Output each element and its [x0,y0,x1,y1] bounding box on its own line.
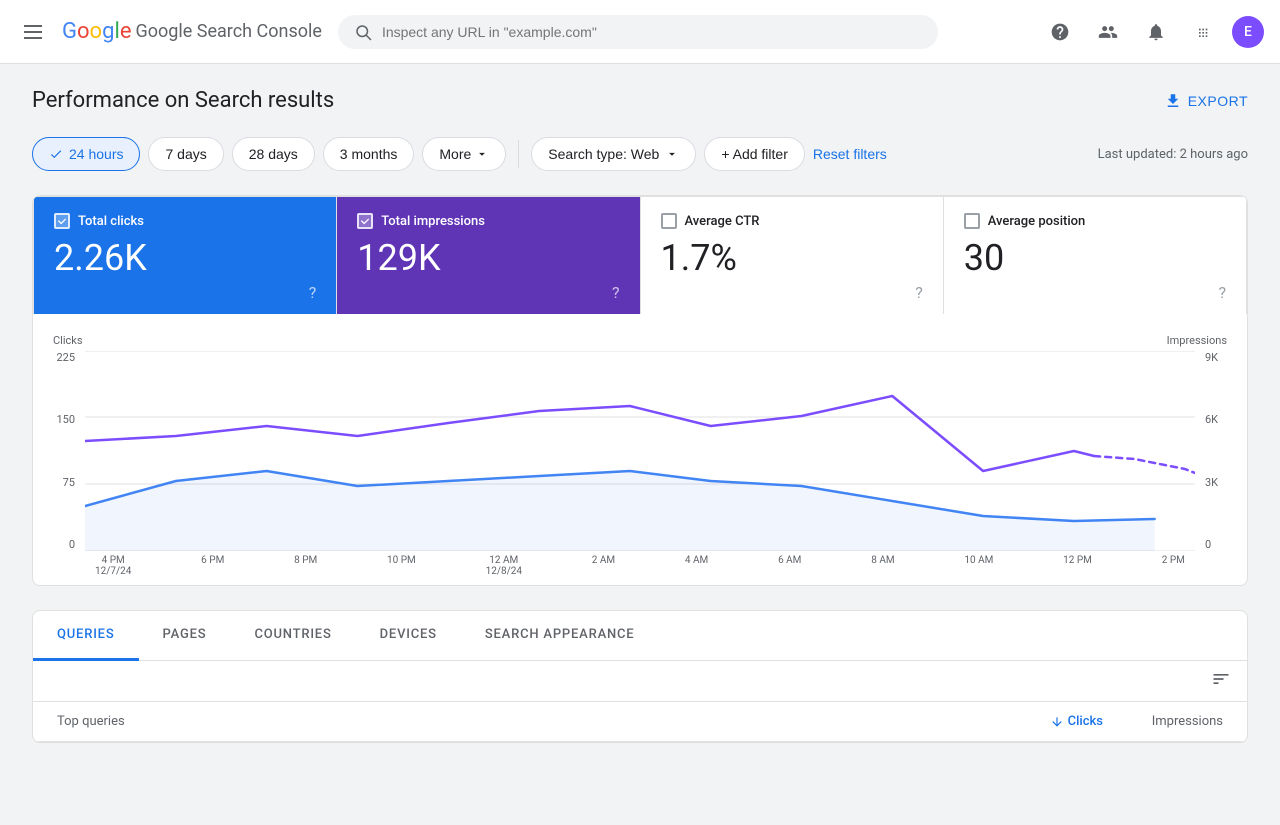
tabs-container: QUERIES PAGES COUNTRIES DEVICES SEARCH A… [32,610,1248,743]
page-header: Performance on Search results EXPORT [32,88,1248,113]
add-filter-button[interactable]: + Add filter [704,137,805,171]
filter-divider [518,140,519,168]
metrics-chart-container: Total clicks 2.26K ? Total impressions 1… [32,195,1248,586]
x-label-10: 12 PM [1063,555,1092,577]
chevron-down-icon [475,147,489,161]
tab-search-appearance[interactable]: SEARCH APPEARANCE [461,611,659,661]
tabs-row: QUERIES PAGES COUNTRIES DEVICES SEARCH A… [33,611,1247,661]
ctr-help-icon[interactable]: ? [915,283,923,302]
impressions-help-icon[interactable]: ? [612,283,620,302]
impressions-axis-label: Impressions [1167,334,1227,347]
x-label-0: 4 PM 12/7/24 [95,555,131,577]
x-label-7: 6 AM [778,555,801,577]
apps-button[interactable] [1184,12,1224,52]
tab-pages[interactable]: PAGES [139,611,231,661]
x-label-4: 12 AM 12/8/24 [486,555,522,577]
check-icon [49,147,63,161]
position-label: Average position [988,214,1086,229]
y-axis-right: 9K 6K 3K 0 [1195,351,1227,551]
impressions-value: 129K [357,237,619,279]
ctr-value: 1.7% [661,237,923,279]
x-label-11: 2 PM [1162,555,1185,577]
search-type-filter[interactable]: Search type: Web [531,137,696,171]
impressions-label: Total impressions [381,214,485,229]
metric-total-clicks[interactable]: Total clicks 2.26K ? [34,197,337,314]
main-content: Performance on Search results EXPORT 24 … [0,64,1280,767]
x-label-9: 10 AM [964,555,993,577]
filter-7days[interactable]: 7 days [148,137,223,171]
chart-area [85,351,1195,551]
search-bar[interactable] [338,15,938,49]
position-help-icon[interactable]: ? [1218,283,1226,302]
chart-section: Clicks Impressions 225 150 75 0 [33,314,1247,585]
th-impressions: Impressions [1103,714,1223,729]
x-label-3: 10 PM [387,555,416,577]
menu-button[interactable] [16,17,50,47]
header-left: Google Google Search Console [16,17,322,47]
metric-avg-ctr[interactable]: Average CTR 1.7% ? [641,197,944,314]
position-value: 30 [964,237,1226,279]
metrics-row: Total clicks 2.26K ? Total impressions 1… [33,196,1247,314]
search-input[interactable] [382,24,922,40]
clicks-axis-label: Clicks [53,334,83,347]
export-icon [1164,92,1182,110]
th-clicks: Clicks [983,714,1103,729]
check-icon [360,216,370,226]
x-label-6: 4 AM [685,555,708,577]
clicks-help-icon[interactable]: ? [309,283,317,302]
impressions-checkbox[interactable] [357,213,373,229]
ctr-checkbox[interactable] [661,213,677,229]
help-button[interactable] [1040,12,1080,52]
metric-avg-position[interactable]: Average position 30 ? [944,197,1246,314]
sort-icon [1211,669,1231,689]
filter-24hours[interactable]: 24 hours [32,137,140,171]
sort-button[interactable] [1211,669,1231,693]
search-icon [354,23,372,41]
export-button[interactable]: EXPORT [1164,92,1248,110]
google-logo: Google Google Search Console [62,19,322,44]
page-title: Performance on Search results [32,88,334,113]
clicks-checkbox[interactable] [54,213,70,229]
x-label-2: 8 PM [294,555,317,577]
last-updated: Last updated: 2 hours ago [1098,147,1248,162]
users-button[interactable] [1088,12,1128,52]
x-label-1: 6 PM [201,555,224,577]
filter-3months[interactable]: 3 months [323,137,415,171]
filters-bar: 24 hours 7 days 28 days 3 months More Se… [32,137,1248,171]
notifications-button[interactable] [1136,12,1176,52]
table-header: Top queries Clicks Impressions [33,702,1247,742]
th-queries: Top queries [57,714,983,729]
check-icon [57,216,67,226]
filter-28days[interactable]: 28 days [232,137,315,171]
avatar[interactable]: E [1232,16,1264,48]
search-type-chevron-icon [665,147,679,161]
sort-arrow-icon [1050,715,1064,729]
tab-toolbar [33,661,1247,702]
position-checkbox[interactable] [964,213,980,229]
tab-devices[interactable]: DEVICES [356,611,461,661]
tab-queries[interactable]: QUERIES [33,611,139,661]
metric-total-impressions[interactable]: Total impressions 129K ? [337,197,640,314]
x-label-5: 2 AM [592,555,615,577]
ctr-label: Average CTR [685,214,760,229]
logo-g: G [62,19,77,44]
clicks-value: 2.26K [54,237,316,279]
reset-filters-button[interactable]: Reset filters [813,146,887,162]
filter-more[interactable]: More [422,137,506,171]
y-axis-left: 225 150 75 0 [53,351,85,551]
chart-svg [85,351,1195,551]
x-label-8: 8 AM [871,555,894,577]
app-header: Google Google Search Console E [0,0,1280,64]
header-icons: E [1040,12,1264,52]
tab-countries[interactable]: COUNTRIES [230,611,355,661]
x-axis-labels: 4 PM 12/7/24 6 PM 8 PM 10 PM 12 AM 12/8/ [53,555,1227,577]
app-name: Google Search Console [135,21,321,42]
clicks-label: Total clicks [78,214,144,229]
